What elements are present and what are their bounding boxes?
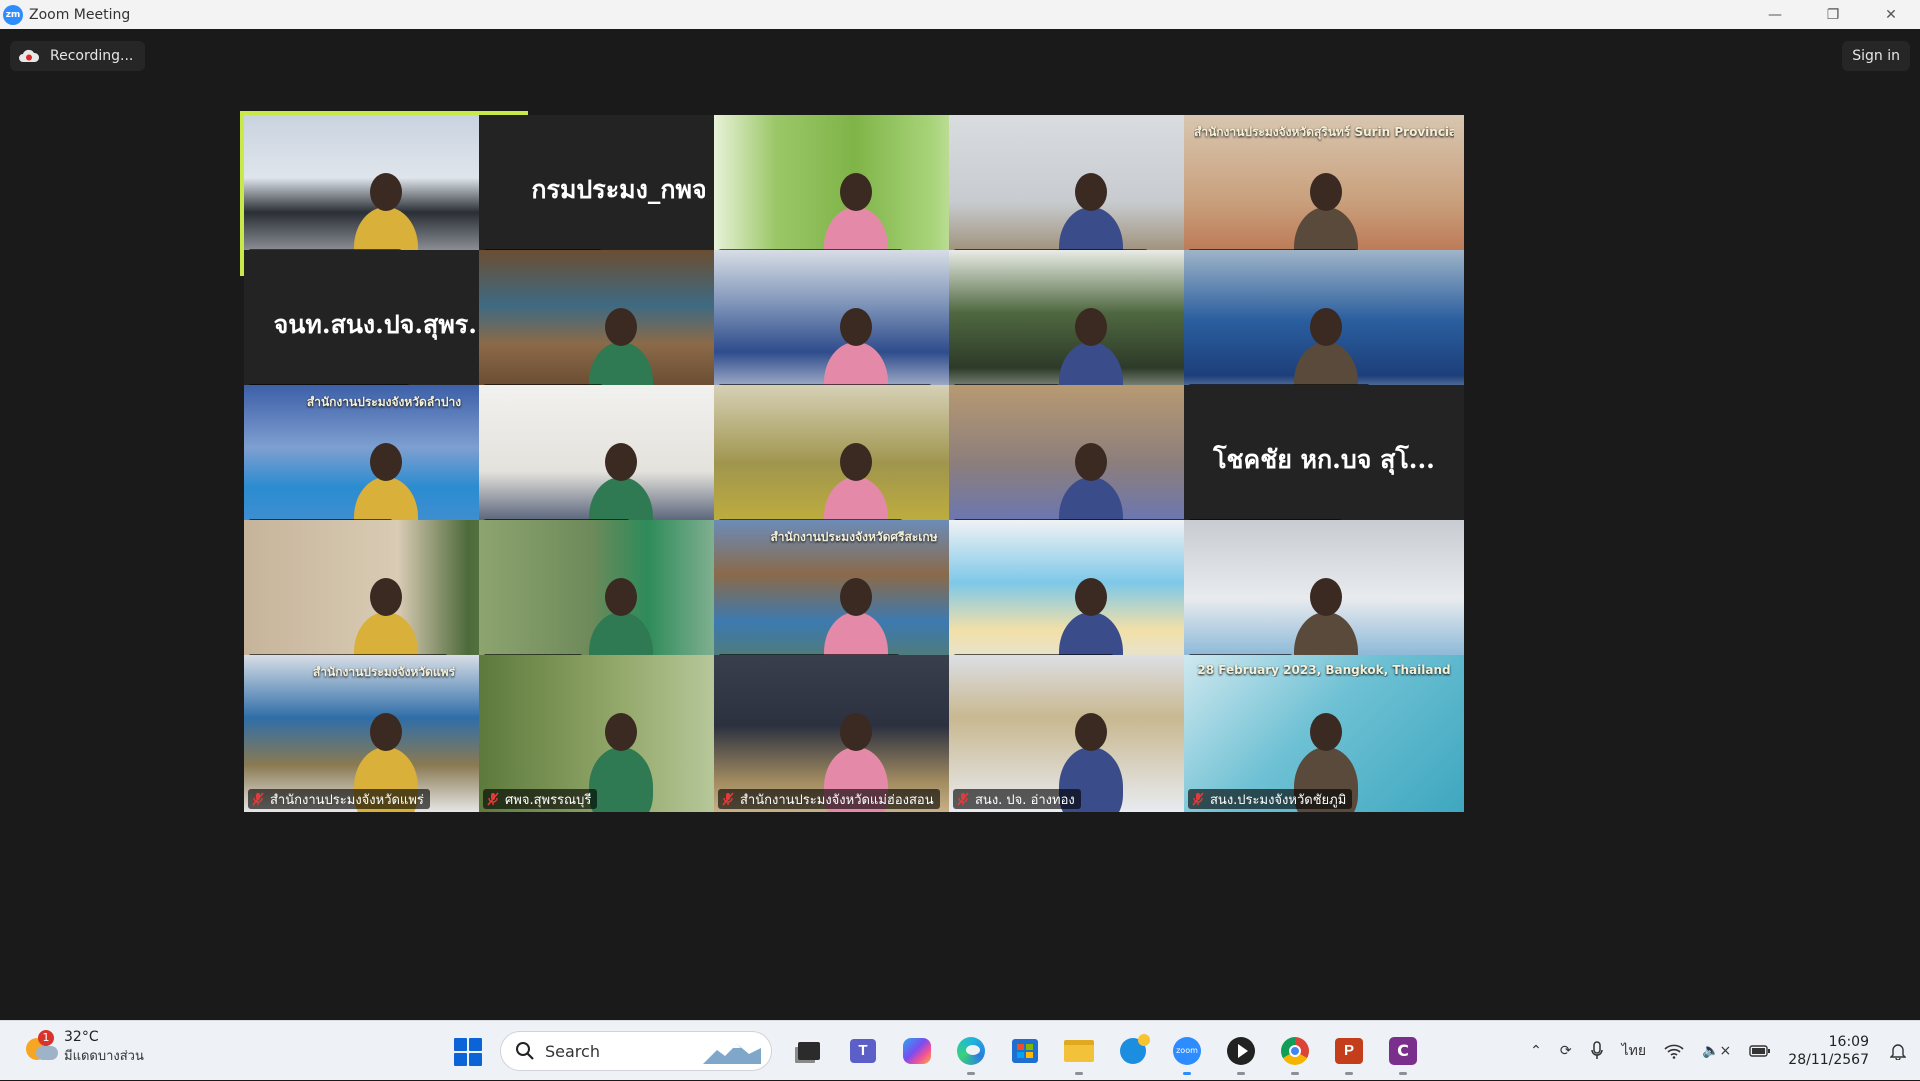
participant-tile[interactable]: ศพจ.อุทัยธานี <box>1184 520 1464 677</box>
clock-time: 16:09 <box>1828 1034 1869 1050</box>
weather-condition: มีแดดบางส่วน <box>64 1049 144 1064</box>
weather-badge: 1 <box>38 1029 54 1046</box>
participant-tile[interactable]: 28 February 2023, Bangkok, Thailand สนง.ป… <box>1184 655 1464 812</box>
recording-label: Recording... <box>50 48 134 64</box>
microphone-icon[interactable] <box>1590 1041 1604 1061</box>
weather-sun-icon: 1 <box>22 1029 58 1064</box>
backdrop-banner-text: สำนักงานประมงจังหวัดแพร่ <box>312 665 456 679</box>
windows-taskbar: 1 32°C มีแดดบางส่วน Search T zoom P C ⌃ … <box>0 1020 1920 1080</box>
store-icon[interactable] <box>1004 1030 1046 1072</box>
participant-head <box>1310 173 1342 211</box>
participant-name: สนง.ประมงจังหวัดชัยภูมิ <box>1210 792 1347 808</box>
search-icon <box>516 1042 534 1060</box>
muted-mic-icon <box>252 792 264 806</box>
participant-head <box>370 173 402 211</box>
close-icon[interactable]: ✕ <box>1862 0 1920 29</box>
participant-head <box>1075 308 1107 346</box>
participant-tile[interactable]: สำนักงานประมงจังหวัดสุรินทร์ Surin Provi… <box>1184 115 1464 272</box>
participant-head <box>1310 578 1342 616</box>
participant-name: สำนักงานประมงจังหวัดแม่ฮ่องสอน <box>740 792 934 808</box>
participant-name-label: สนง.ประมงจังหวัดชัยภูมิ <box>1188 789 1353 809</box>
muted-mic-icon <box>487 792 499 806</box>
clock-date: 28/11/2567 <box>1788 1052 1869 1068</box>
participant-name: ศพจ.สุพรรณบุรี <box>505 792 592 808</box>
participant-head <box>370 578 402 616</box>
copilot-icon[interactable] <box>896 1030 938 1072</box>
participant-head <box>1310 308 1342 346</box>
participant-tile[interactable]: สำนักงานประมงจังหวัดตาก <box>1184 250 1464 407</box>
notification-bell-icon[interactable] <box>1890 1042 1906 1060</box>
participant-display-name: โชคชัย หก.บจ สุโ... <box>1213 445 1435 474</box>
participant-name-label: สำนักงานประมงจังหวัดแพร่ <box>248 789 430 809</box>
taskbar-search[interactable]: Search <box>500 1031 772 1071</box>
minimize-icon[interactable]: — <box>1746 0 1804 29</box>
volume-muted-icon[interactable]: 🔈× <box>1702 1043 1731 1059</box>
participant-head <box>1075 713 1107 751</box>
participant-head <box>1075 578 1107 616</box>
zoom-app-icon: zm <box>3 4 23 25</box>
battery-icon[interactable] <box>1749 1044 1771 1058</box>
chevron-up-icon[interactable]: ⌃ <box>1530 1043 1542 1059</box>
window-titlebar: zm Zoom Meeting — ❐ ✕ <box>0 0 1920 29</box>
participant-head <box>840 173 872 211</box>
window-title: Zoom Meeting <box>29 6 131 23</box>
quick-assist-icon[interactable] <box>1112 1030 1154 1072</box>
weather-widget[interactable]: 1 32°C มีแดดบางส่วน <box>22 1029 144 1066</box>
participant-name: สนง. ปจ. อ่างทอง <box>975 792 1075 808</box>
chrome-icon[interactable] <box>1274 1030 1316 1075</box>
participant-head <box>605 308 637 346</box>
task-view-icon[interactable] <box>788 1030 830 1072</box>
participant-head <box>370 713 402 751</box>
gallery-view: กรมประมง ห้องกุลาดำกรมประมง_กพจกรมประมง_… <box>240 111 1676 934</box>
system-clock[interactable]: 16:09 28/11/2567 <box>1788 1033 1869 1069</box>
zoom-icon[interactable]: zoom <box>1166 1030 1208 1075</box>
backdrop-banner-text: สำนักงานประมงจังหวัดลำปาง <box>306 395 462 409</box>
participant-tile[interactable]: โชคชัย หก.บจ สุโ...โชคชัย หก.บจ สุโขทัย <box>1184 385 1464 542</box>
participant-head <box>840 443 872 481</box>
participant-name-label: สำนักงานประมงจังหวัดแม่ฮ่องสอน <box>718 789 940 809</box>
search-placeholder: Search <box>545 1041 600 1061</box>
restore-icon[interactable]: ❐ <box>1804 0 1862 29</box>
search-highlight-image <box>703 1044 761 1064</box>
muted-mic-icon <box>957 792 969 806</box>
participant-head <box>840 308 872 346</box>
teams-icon[interactable]: T <box>842 1030 884 1072</box>
participant-head <box>370 443 402 481</box>
participant-head <box>1075 443 1107 481</box>
muted-mic-icon <box>722 792 734 806</box>
backdrop-banner-text: สำนักงานประมงจังหวัดสุรินทร์ Surin Provi… <box>1194 125 1454 139</box>
meeting-topbar: Recording... Sign in <box>0 29 1920 79</box>
participant-name-label: ศพจ.สุพรรณบุรี <box>483 789 598 809</box>
participant-head <box>605 443 637 481</box>
participant-head <box>1310 713 1342 751</box>
input-language[interactable]: ไทย <box>1622 1040 1646 1062</box>
sign-in-button[interactable]: Sign in <box>1842 41 1910 71</box>
participant-head <box>605 713 637 751</box>
participant-head <box>840 578 872 616</box>
backdrop-banner-text: 28 February 2023, Bangkok, Thailand <box>1197 663 1451 677</box>
participant-name: สำนักงานประมงจังหวัดแพร่ <box>270 792 424 808</box>
recording-indicator[interactable]: Recording... <box>10 41 146 71</box>
start-button[interactable] <box>446 1030 488 1072</box>
wifi-icon[interactable] <box>1664 1043 1684 1059</box>
canva-icon[interactable]: C <box>1382 1030 1424 1075</box>
participant-name-label: สนง. ปจ. อ่างทอง <box>953 789 1081 809</box>
sync-icon[interactable]: ⟳ <box>1560 1043 1572 1059</box>
media-player-icon[interactable] <box>1220 1030 1262 1075</box>
muted-mic-icon <box>1192 792 1204 806</box>
weather-temp: 32°C <box>64 1029 99 1045</box>
edge-icon[interactable] <box>950 1030 992 1075</box>
participant-head <box>840 713 872 751</box>
file-explorer-icon[interactable] <box>1058 1030 1100 1075</box>
backdrop-banner-text: สำนักงานประมงจังหวัดศรีสะเกษ <box>770 530 938 544</box>
participant-head <box>605 578 637 616</box>
powerpoint-icon[interactable]: P <box>1328 1030 1370 1075</box>
participant-head <box>1075 173 1107 211</box>
cloud-recording-icon <box>19 49 40 62</box>
